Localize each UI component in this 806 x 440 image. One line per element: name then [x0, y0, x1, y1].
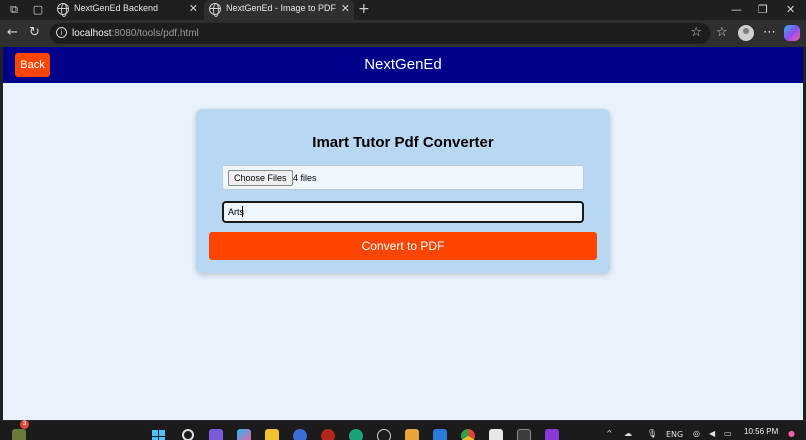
tab-nextgened-backend[interactable]: NextGenEd Backend ✕	[52, 0, 202, 20]
file-explorer-icon[interactable]	[265, 429, 279, 440]
file-count-label: 4 files	[293, 173, 317, 183]
choose-files-button[interactable]: Choose Files	[228, 170, 293, 186]
weather-widget-icon[interactable]	[12, 429, 26, 440]
new-tab-icon[interactable]: +	[358, 1, 370, 17]
wifi-icon[interactable]: ◎	[693, 429, 700, 438]
notification-center-icon[interactable]: ●	[788, 429, 795, 438]
close-tab-icon[interactable]: ✕	[189, 2, 198, 15]
url-text[interactable]: localhost:8080/tools/pdf.html	[72, 28, 199, 39]
profile-avatar[interactable]	[738, 25, 754, 41]
address-bar[interactable]: i localhost:8080/tools/pdf.html ☆	[50, 23, 710, 44]
text-caret	[242, 206, 243, 217]
tab-image-to-pdf[interactable]: NextGenEd - Image to PDF ✕	[204, 0, 354, 20]
app-icon[interactable]	[405, 429, 419, 440]
globe-icon	[57, 3, 69, 17]
chrome-icon[interactable]	[461, 429, 475, 440]
converter-title: Imart Tutor Pdf Converter	[312, 134, 494, 151]
brand-title: NextGenEd	[364, 56, 442, 73]
back-button[interactable]: Back	[15, 53, 50, 77]
tab-title: NextGenEd Backend	[74, 3, 159, 13]
favorite-star-icon[interactable]: ☆	[690, 25, 702, 40]
tab-title: NextGenEd - Image to PDF	[226, 3, 337, 13]
opera-icon[interactable]	[321, 429, 335, 440]
address-toolbar: ← ↻ i localhost:8080/tools/pdf.html ☆ ☆ …	[0, 20, 806, 47]
refresh-icon[interactable]: ↻	[29, 25, 40, 40]
notification-badge: 3	[20, 420, 29, 429]
language-indicator[interactable]: ENG	[666, 430, 683, 439]
mic-icon[interactable]: 🎙	[647, 429, 657, 438]
start-icon[interactable]	[152, 430, 166, 440]
volume-icon[interactable]: ◀	[709, 429, 715, 438]
terminal-icon[interactable]	[517, 429, 531, 440]
vscode-icon[interactable]	[433, 429, 447, 440]
clock-app-icon[interactable]	[377, 429, 391, 440]
convert-to-pdf-button[interactable]: Convert to PDF	[209, 232, 597, 260]
tab-actions-icon[interactable]: ▢	[30, 2, 46, 18]
restore-icon[interactable]: ❐	[758, 3, 768, 16]
app-icon[interactable]	[293, 429, 307, 440]
url-host: localhost	[72, 28, 112, 39]
app-header: NextGenEd Back	[3, 47, 803, 83]
close-window-icon[interactable]: ✕	[786, 3, 795, 16]
teams-icon[interactable]	[209, 429, 223, 440]
favorites-icon[interactable]: ☆	[716, 25, 728, 40]
app-icon[interactable]	[489, 429, 503, 440]
battery-icon[interactable]: ▭	[724, 429, 732, 438]
page-viewport: NextGenEd Back Imart Tutor Pdf Converter…	[3, 47, 803, 420]
taskbar: 3 ^ ☁ 🎙 ENG ◎ ◀ ▭ 10:56 PM ●	[0, 420, 806, 440]
copilot-app-icon[interactable]	[237, 429, 251, 440]
more-options-icon[interactable]: ⋯	[763, 25, 776, 40]
edge-icon[interactable]	[349, 429, 363, 440]
search-icon[interactable]	[182, 429, 194, 440]
browser-tab-strip: ⧉ ▢ NextGenEd Backend ✕ NextGenEd - Imag…	[0, 0, 806, 20]
cloud-icon[interactable]: ☁	[624, 429, 632, 438]
app-icon[interactable]	[545, 429, 559, 440]
globe-icon	[209, 3, 221, 17]
close-tab-icon[interactable]: ✕	[341, 2, 350, 15]
site-info-icon[interactable]: i	[56, 27, 67, 38]
back-arrow-icon[interactable]: ←	[7, 25, 18, 40]
pdf-name-input[interactable]	[222, 201, 584, 223]
copilot-icon[interactable]	[784, 25, 800, 41]
clock-time[interactable]: 10:56 PM	[744, 427, 778, 436]
workspaces-icon[interactable]: ⧉	[6, 2, 22, 18]
converter-card: Imart Tutor Pdf Converter Choose Files 4…	[196, 109, 610, 273]
tray-overflow-icon[interactable]: ^	[606, 429, 613, 438]
minimize-icon[interactable]: —	[731, 3, 742, 16]
url-path: :8080/tools/pdf.html	[111, 28, 199, 39]
file-input[interactable]: Choose Files 4 files	[222, 165, 584, 190]
